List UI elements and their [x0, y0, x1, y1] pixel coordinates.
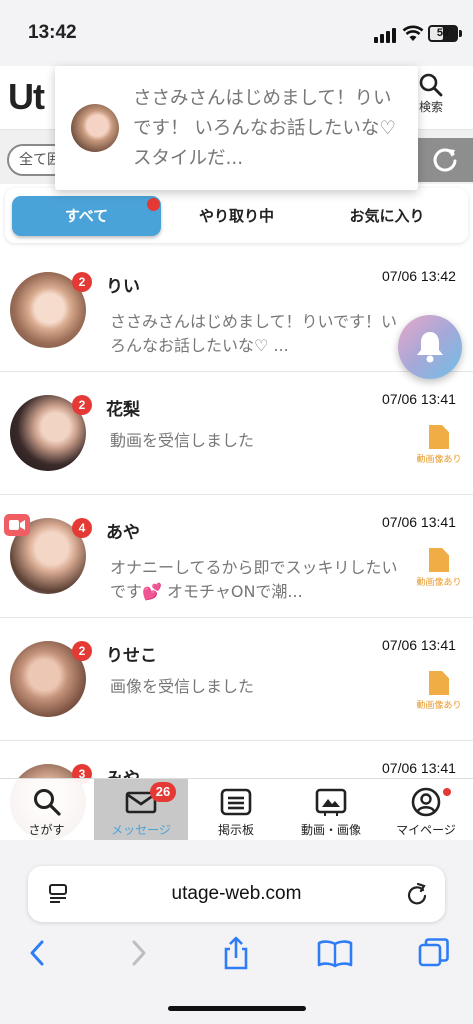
search-icon: [419, 73, 443, 97]
home-indicator: [168, 1006, 306, 1011]
notification-text: ささみさんはじめまして！りいです！ いろんなお話したいな♡ スタイルだ...: [133, 88, 396, 169]
message-row[interactable]: 2 りせこ 07/06 13:41 画像を受信しました 動画像あり: [0, 619, 473, 741]
bottom-nav: さがす 26 メッセージ 掲示板 動画・画像 マイページ: [0, 778, 473, 841]
message-row[interactable]: 4 あや 07/06 13:41 オナニーしてるから即でスッキリしたいです💕 オ…: [0, 496, 473, 618]
unread-badge: 2: [72, 395, 92, 415]
nav-messages[interactable]: 26 メッセージ: [94, 779, 188, 841]
attachment-label: 動画像あり: [416, 701, 462, 711]
status-bar: 13:42 50: [0, 0, 473, 66]
nav-mypage[interactable]: マイページ: [379, 779, 473, 841]
reload-icon[interactable]: [406, 882, 428, 906]
message-preview: ささみさんはじめまして！りいです！いろんなお話したいな♡ ...: [110, 312, 398, 355]
nav-board-label: 掲示板: [217, 823, 254, 837]
bell-icon: [417, 332, 443, 363]
video-image-icon: [315, 788, 347, 816]
sender-name: 花梨: [106, 400, 140, 420]
status-time: 13:42: [28, 22, 77, 43]
message-time: 07/06 13:41: [382, 514, 456, 530]
user-icon: [411, 787, 441, 817]
message-preview: 画像を受信しました: [110, 677, 255, 696]
video-call-icon: [4, 514, 30, 536]
forward-icon[interactable]: [118, 936, 158, 970]
unread-badge: 2: [72, 272, 92, 292]
file-icon: [429, 671, 449, 695]
nav-search-label: さがす: [28, 823, 65, 837]
unread-badge: 2: [72, 641, 92, 661]
message-time: 07/06 13:42: [382, 268, 456, 284]
nav-search[interactable]: さがす: [0, 779, 93, 841]
nav-messages-label: メッセージ: [111, 823, 171, 837]
attachment-indicator: 動画像あり: [416, 548, 462, 588]
attachment-label: 動画像あり: [416, 455, 462, 465]
notification-popup[interactable]: ささみさんはじめまして！りいです！ いろんなお話したいな♡ スタイルだ...: [55, 66, 418, 190]
message-time: 07/06 13:41: [382, 637, 456, 653]
file-icon: [429, 425, 449, 449]
browser-toolbar: utage-web.com: [0, 840, 473, 1024]
attachment-label: 動画像あり: [416, 578, 462, 588]
search-icon: [33, 789, 61, 816]
cellular-signal-icon: [374, 27, 398, 43]
nav-mypage-label: マイページ: [396, 823, 456, 837]
refresh-icon: [433, 148, 457, 172]
battery-icon: 50: [428, 25, 458, 42]
unread-badge: 4: [72, 518, 92, 538]
tab-in-progress[interactable]: やり取り中: [165, 196, 308, 236]
tab-favorites[interactable]: お気に入り: [313, 196, 461, 236]
board-icon: [220, 788, 252, 816]
nav-mypage-dot: [443, 788, 451, 796]
attachment-indicator: 動画像あり: [416, 425, 462, 465]
sender-name: りせこ: [106, 646, 157, 666]
site-logo[interactable]: Ut: [8, 76, 45, 118]
message-tabs: すべて やり取り中 お気に入り: [5, 188, 468, 243]
refresh-button[interactable]: [417, 138, 473, 182]
battery-level: 50: [436, 27, 450, 39]
bookmarks-icon[interactable]: [315, 936, 355, 970]
file-icon: [429, 548, 449, 572]
avatar: [71, 104, 119, 152]
message-time: 07/06 13:41: [382, 391, 456, 407]
nav-message-badge: 26: [150, 782, 176, 802]
url-text: utage-web.com: [171, 883, 302, 904]
back-icon[interactable]: [20, 936, 60, 970]
sender-name: あや: [106, 523, 140, 543]
tab-all[interactable]: すべて: [12, 196, 161, 236]
message-row[interactable]: 2 花梨 07/06 13:41 動画を受信しました 動画像あり: [0, 373, 473, 495]
message-preview: オナニーしてるから即でスッキリしたいです💕 オモチャONで潮...: [110, 558, 398, 601]
message-preview: 動画を受信しました: [110, 431, 255, 450]
tab-unread-dot: [147, 198, 160, 211]
notification-bell-button[interactable]: [398, 315, 462, 379]
nav-board[interactable]: 掲示板: [189, 779, 283, 841]
attachment-indicator: 動画像あり: [416, 671, 462, 711]
sender-name: りい: [106, 277, 140, 297]
share-icon[interactable]: [216, 936, 256, 970]
wifi-icon: [402, 25, 424, 41]
page: 13:42 50 Ut 検索 全て囲 すべて やり取り中 お気に入り 2 りい …: [0, 0, 473, 1024]
address-bar[interactable]: utage-web.com: [28, 866, 445, 922]
nav-media-label: 動画・画像: [300, 823, 361, 837]
message-time: 07/06 13:41: [382, 760, 456, 776]
nav-media[interactable]: 動画・画像: [284, 779, 378, 841]
tabs-icon[interactable]: [414, 936, 454, 970]
